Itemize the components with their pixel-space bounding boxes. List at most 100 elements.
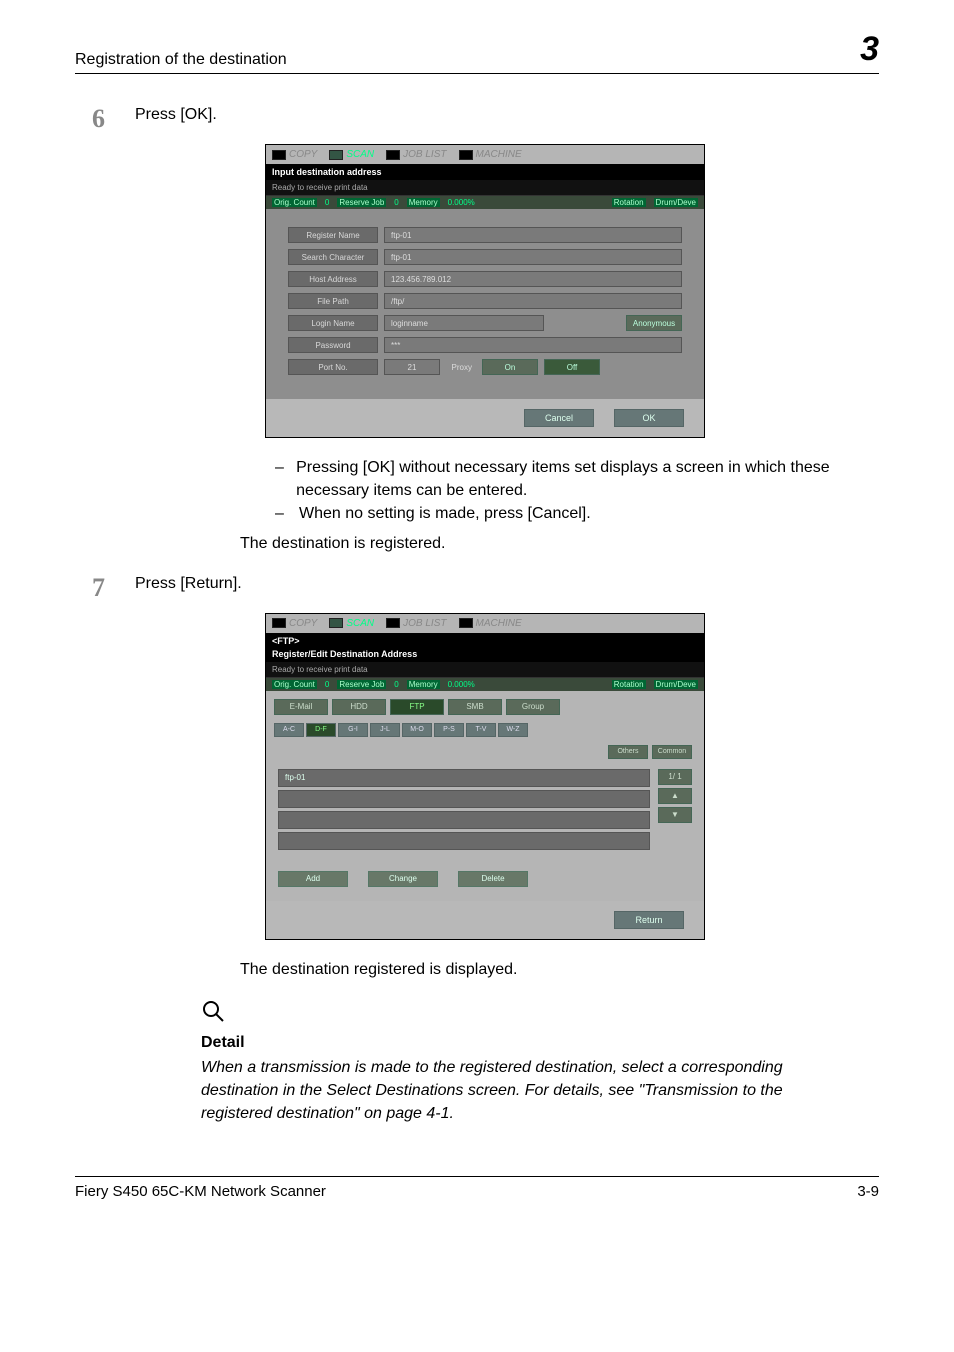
proxy-label: Proxy (446, 363, 476, 372)
orig-count-label: Orig. Count (272, 680, 317, 689)
rotation-label: Rotation (612, 680, 646, 689)
magnifier-icon (201, 999, 225, 1023)
bullet-1: Pressing [OK] without necessary items se… (296, 456, 879, 502)
screenshot-input-destination: COPY SCAN JOB LIST MACHINE Input destina… (265, 144, 705, 438)
port-no-label[interactable]: Port No. (288, 359, 378, 375)
proxy-on-button[interactable]: On (482, 359, 538, 375)
register-name-label[interactable]: Register Name (288, 227, 378, 243)
step-number-7: 7 (75, 573, 105, 603)
tab-machine[interactable]: MACHINE (459, 149, 522, 160)
delete-button[interactable]: Delete (458, 871, 528, 887)
reserve-job-value: 0 (394, 198, 398, 207)
alpha-tv[interactable]: T-V (466, 723, 496, 737)
ok-button[interactable]: OK (614, 409, 684, 427)
search-char-label[interactable]: Search Character (288, 249, 378, 265)
login-name-label[interactable]: Login Name (288, 315, 378, 331)
type-tab-smb[interactable]: SMB (448, 699, 502, 715)
alpha-jl[interactable]: J-L (370, 723, 400, 737)
list-item[interactable]: ftp-01 (278, 769, 650, 787)
bullet-dash: – (275, 502, 287, 525)
detail-heading: Detail (201, 1034, 879, 1052)
list-item[interactable] (278, 811, 650, 829)
para-displayed: The destination registered is displayed. (240, 958, 879, 981)
running-header: Registration of the destination 3 (75, 30, 879, 74)
type-tab-group[interactable]: Group (506, 699, 560, 715)
tab-joblist[interactable]: JOB LIST (386, 618, 446, 629)
alpha-df[interactable]: D-F (306, 723, 336, 737)
list-item[interactable] (278, 832, 650, 850)
footer-right: 3-9 (857, 1183, 879, 1200)
tab-copy-label: COPY (289, 149, 317, 160)
list-item[interactable] (278, 790, 650, 808)
reserve-job-label: Reserve Job (337, 680, 386, 689)
tab-joblist-label: JOB LIST (403, 618, 446, 629)
proxy-off-button[interactable]: Off (544, 359, 600, 375)
add-button[interactable]: Add (278, 871, 348, 887)
status-bar: Orig. Count0 Reserve Job0 Memory0.000% R… (266, 678, 704, 691)
step-7-text: Press [Return]. (135, 573, 879, 603)
header-title: Registration of the destination (75, 51, 287, 69)
orig-count-value: 0 (325, 680, 329, 689)
orig-count-label: Orig. Count (272, 198, 317, 207)
joblist-icon (386, 618, 400, 628)
host-address-label[interactable]: Host Address (288, 271, 378, 287)
status-message: Ready to receive print data (266, 662, 704, 678)
chapter-number: 3 (860, 30, 879, 69)
scroll-down-button[interactable]: ▼ (658, 807, 692, 823)
detail-text: When a transmission is made to the regis… (201, 1056, 841, 1126)
tab-scan-label: SCAN (346, 618, 374, 629)
tab-scan[interactable]: SCAN (329, 149, 374, 160)
change-button[interactable]: Change (368, 871, 438, 887)
password-label[interactable]: Password (288, 337, 378, 353)
return-button[interactable]: Return (614, 911, 684, 929)
joblist-icon (386, 150, 400, 160)
password-value: *** (384, 337, 682, 353)
tab-joblist[interactable]: JOB LIST (386, 149, 446, 160)
alpha-wz[interactable]: W-Z (498, 723, 528, 737)
screen-title-line1: <FTP> (266, 633, 704, 649)
memory-value: 0.000% (448, 680, 475, 689)
reserve-job-value: 0 (394, 680, 398, 689)
step-number-6: 6 (75, 104, 105, 134)
copy-icon (272, 618, 286, 628)
type-tab-email[interactable]: E-Mail (274, 699, 328, 715)
port-no-value: 21 (384, 359, 440, 375)
login-name-value: loginname (384, 315, 544, 331)
alpha-gi[interactable]: G-I (338, 723, 368, 737)
reserve-job-label: Reserve Job (337, 198, 386, 207)
machine-icon (459, 618, 473, 628)
status-bar: Orig. Count0 Reserve Job0 Memory0.000% R… (266, 196, 704, 209)
scroll-up-button[interactable]: ▲ (658, 788, 692, 804)
others-button[interactable]: Others (608, 745, 648, 759)
drum-label: Drum/Deve (654, 680, 698, 689)
tab-scan-label: SCAN (346, 149, 374, 160)
alpha-ac[interactable]: A-C (274, 723, 304, 737)
screen-title-line2: Register/Edit Destination Address (266, 649, 704, 662)
orig-count-value: 0 (325, 198, 329, 207)
tab-machine-label: MACHINE (476, 618, 522, 629)
scan-icon (329, 618, 343, 628)
page-indicator: 1/ 1 (658, 769, 692, 785)
type-tab-ftp[interactable]: FTP (390, 699, 444, 715)
bullet-dash: – (275, 456, 284, 502)
tab-machine[interactable]: MACHINE (459, 618, 522, 629)
bullet-2: When no setting is made, press [Cancel]. (299, 502, 591, 525)
cancel-button[interactable]: Cancel (524, 409, 594, 427)
screen-title: Input destination address (266, 164, 704, 180)
scan-icon (329, 150, 343, 160)
register-name-value: ftp-01 (384, 227, 682, 243)
search-char-value: ftp-01 (384, 249, 682, 265)
tab-copy[interactable]: COPY (272, 149, 317, 160)
anonymous-button[interactable]: Anonymous (626, 315, 682, 331)
tab-copy-label: COPY (289, 618, 317, 629)
file-path-label[interactable]: File Path (288, 293, 378, 309)
machine-icon (459, 150, 473, 160)
tab-copy[interactable]: COPY (272, 618, 317, 629)
type-tab-hdd[interactable]: HDD (332, 699, 386, 715)
alpha-ps[interactable]: P-S (434, 723, 464, 737)
page-footer: Fiery S450 65C-KM Network Scanner 3-9 (75, 1176, 879, 1200)
alpha-mo[interactable]: M-O (402, 723, 432, 737)
tab-scan[interactable]: SCAN (329, 618, 374, 629)
common-button[interactable]: Common (652, 745, 692, 759)
screenshot-register-edit: COPY SCAN JOB LIST MACHINE <FTP> Registe… (265, 613, 705, 940)
